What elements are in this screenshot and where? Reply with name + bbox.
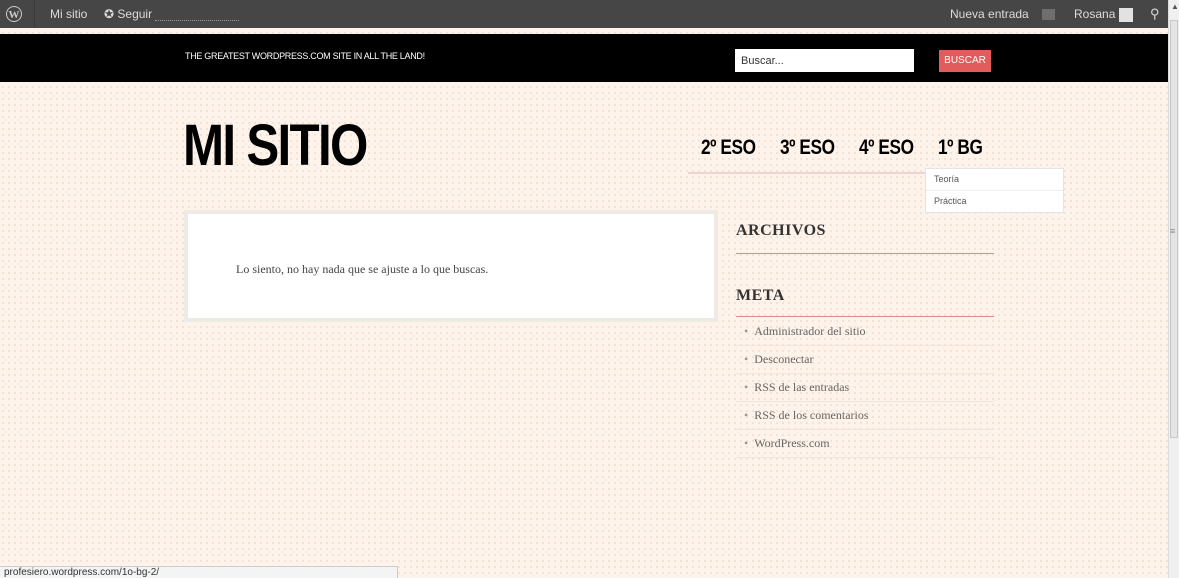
- follow-label: Seguir: [117, 7, 153, 21]
- meta-link-wordpress[interactable]: • WordPress.com: [736, 430, 994, 458]
- scrollbar-grip-icon: ≡: [1170, 226, 1176, 236]
- bullet-icon: •: [744, 408, 749, 422]
- no-results-message: Lo siento, no hay nada que se ajuste a l…: [236, 262, 489, 276]
- nav-item-2-eso[interactable]: 2º ESO: [701, 136, 756, 160]
- admin-bar-search-field[interactable]: [155, 6, 239, 21]
- wordpress-logo-icon[interactable]: W: [6, 0, 28, 28]
- search-button[interactable]: BUSCAR: [939, 50, 991, 72]
- nav-item-4-eso[interactable]: 4º ESO: [859, 136, 914, 160]
- divider: [736, 253, 994, 254]
- top-header: [0, 34, 1168, 82]
- new-post-link[interactable]: Nueva entrada: [950, 0, 1029, 28]
- submenu-item-practica[interactable]: Práctica: [926, 190, 1063, 212]
- nav-submenu: Teoría Práctica: [925, 168, 1064, 213]
- notifications-button[interactable]: [1042, 0, 1055, 28]
- meta-links-list: • Administrador del sitio • Desconectar • R…: [736, 318, 994, 458]
- meta-link-admin[interactable]: • Administrador del sitio: [736, 318, 994, 346]
- divider: [736, 316, 994, 317]
- site-title[interactable]: MI SITIO: [183, 110, 368, 182]
- scroll-up-arrow-icon[interactable]: ▲: [1171, 2, 1179, 11]
- bullet-icon: •: [744, 352, 749, 366]
- no-results-box: Lo siento, no hay nada que se ajuste a l…: [184, 210, 718, 322]
- admin-bar-separator: [34, 0, 35, 28]
- nav-item-1-bg[interactable]: 1º BG: [938, 136, 983, 160]
- avatar: [1119, 7, 1134, 22]
- my-site-link[interactable]: Mi sitio: [50, 0, 87, 28]
- scrollbar[interactable]: ▲ ≡: [1168, 0, 1179, 578]
- user-menu[interactable]: Rosana: [1074, 0, 1134, 28]
- meta-widget-title: META: [736, 287, 785, 304]
- notifications-icon: [1042, 9, 1055, 20]
- bullet-icon: •: [744, 324, 749, 338]
- follow-icon: ✪: [104, 7, 115, 21]
- meta-link-entries-rss[interactable]: • RSS de las entradas: [736, 374, 994, 402]
- follow-button[interactable]: ✪ Seguir: [104, 0, 152, 28]
- submenu-item-teoria[interactable]: Teoría: [926, 169, 1063, 190]
- bullet-icon: •: [744, 436, 749, 450]
- bullet-icon: •: [744, 380, 749, 394]
- status-bar-url: profesiero.wordpress.com/1o-bg-2/: [0, 566, 398, 578]
- search-icon[interactable]: ⚲: [1150, 0, 1160, 28]
- meta-link-logout[interactable]: • Desconectar: [736, 346, 994, 374]
- archives-widget-title: ARCHIVOS: [736, 222, 826, 239]
- admin-bar: W Mi sitio ✪ Seguir Nueva entrada Rosana…: [0, 0, 1168, 28]
- site-tagline: THE GREATEST WORDPRESS.COM SITE IN ALL T…: [185, 51, 425, 61]
- nav-item-3-eso[interactable]: 3º ESO: [780, 136, 835, 160]
- user-name: Rosana: [1074, 7, 1116, 21]
- search-input[interactable]: [735, 49, 914, 72]
- meta-link-comments-rss[interactable]: • RSS de los comentarios: [736, 402, 994, 430]
